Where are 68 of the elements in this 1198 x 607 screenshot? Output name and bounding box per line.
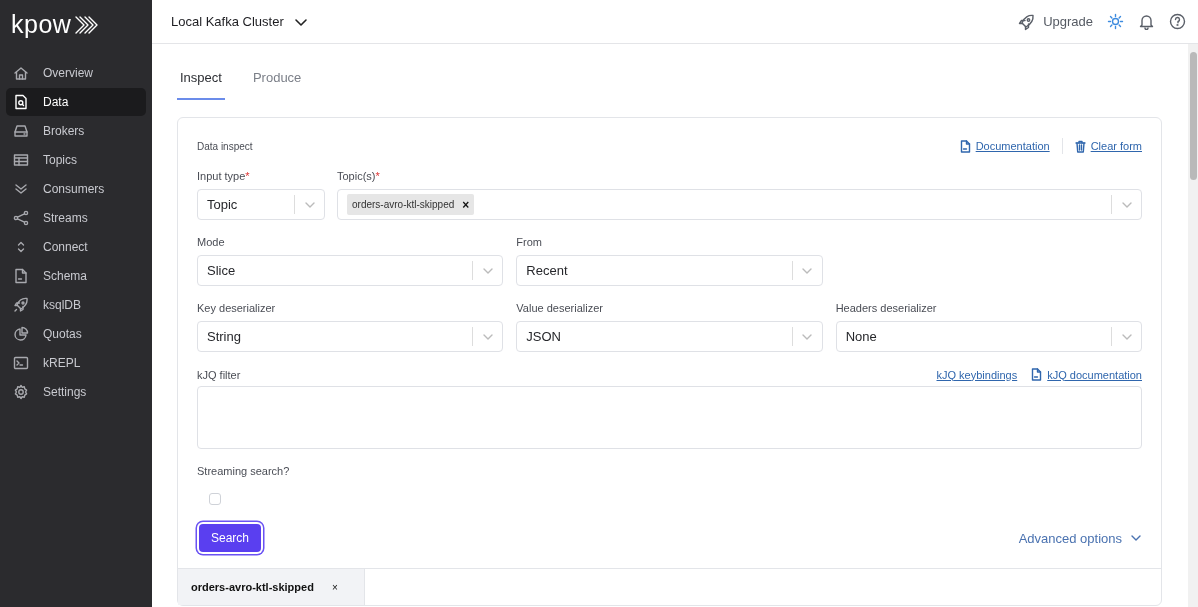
section-title: Data inspect xyxy=(197,140,254,152)
sidebar-nav-item[interactable]: ksqlDB xyxy=(6,291,146,319)
table-icon xyxy=(13,152,29,168)
sidebar-nav-item[interactable]: Quotas xyxy=(6,320,146,348)
clear-form-link[interactable]: Clear form xyxy=(1074,139,1142,153)
sidebar-nav-item[interactable]: kREPL xyxy=(6,349,146,377)
field-label: From xyxy=(516,236,543,249)
advanced-options-toggle[interactable]: Advanced options xyxy=(1018,530,1142,546)
streaming-checkbox[interactable] xyxy=(209,493,221,505)
keybindings-link[interactable]: kJQ keybindings xyxy=(936,368,1018,381)
sidebar-nav-item[interactable]: Streams xyxy=(6,204,146,232)
home-icon xyxy=(13,65,29,81)
tab-label: orders-avro-ktl-skipped xyxy=(191,581,314,593)
help-button[interactable] xyxy=(1169,13,1186,30)
topic-multiselect[interactable]: orders-avro-ktl-skipped × xyxy=(337,189,1142,220)
close-tab-button[interactable]: × xyxy=(331,581,338,593)
share-icon xyxy=(13,210,29,226)
sidebar-nav-item[interactable]: Schema xyxy=(6,262,146,290)
documentation-link[interactable]: Documentation xyxy=(959,139,1050,153)
sidebar-nav-item[interactable]: Consumers xyxy=(6,175,146,203)
rocket-icon xyxy=(1017,12,1036,31)
filter-input-field[interactable] xyxy=(197,386,1142,449)
document-icon xyxy=(13,268,29,284)
field-label: Input type* xyxy=(197,170,251,183)
select-dropdown[interactable]: Slice xyxy=(197,255,504,286)
document-icon xyxy=(1031,368,1043,381)
drive-icon xyxy=(13,123,29,139)
kjq-documentation-link[interactable]: kJQ documentation xyxy=(1031,368,1142,381)
sidebar-nav-item[interactable]: Topics xyxy=(6,146,146,174)
field-label: Key deserializer xyxy=(197,302,277,315)
sidebar-nav-item[interactable]: Settings xyxy=(6,378,146,406)
cluster-selector[interactable]: Local Kafka Cluster xyxy=(171,14,308,29)
field-label: Topic(s)* xyxy=(337,170,381,183)
trash-icon xyxy=(1074,139,1086,153)
theme-toggle-button[interactable] xyxy=(1107,13,1124,30)
document-icon xyxy=(959,139,971,153)
scrollbar[interactable] xyxy=(1188,44,1198,607)
remove-chip-button[interactable]: × xyxy=(462,197,470,212)
result-tab[interactable]: orders-avro-ktl-skipped × xyxy=(178,569,365,605)
help-icon xyxy=(1169,13,1186,30)
bell-icon xyxy=(1138,13,1155,30)
select-dropdown[interactable]: JSON xyxy=(516,321,823,352)
sidebar-nav-item[interactable]: Data xyxy=(6,88,146,116)
tab[interactable]: Inspect xyxy=(177,70,225,100)
sidebar-nav-item[interactable]: Overview xyxy=(6,59,146,87)
field-label: Value deserializer xyxy=(516,302,604,315)
field-label: Headers deserializer xyxy=(835,302,938,315)
chip-label: orders-avro-ktl-skipped xyxy=(352,199,455,210)
terminal-icon xyxy=(13,355,29,371)
notifications-button[interactable] xyxy=(1138,13,1155,30)
sun-icon xyxy=(1107,13,1124,30)
gear-icon xyxy=(13,384,29,400)
document-search-icon xyxy=(13,94,29,110)
select-dropdown[interactable]: Recent xyxy=(516,255,823,286)
field-label: Streaming search? xyxy=(197,465,291,477)
logo-wordmark: kpow xyxy=(11,12,72,37)
tab[interactable]: Produce xyxy=(249,70,305,100)
select-dropdown[interactable]: String xyxy=(197,321,504,352)
select-dropdown[interactable]: None xyxy=(835,321,1142,352)
field-label: Mode xyxy=(197,236,226,249)
sidebar-nav-item[interactable]: Connect xyxy=(6,233,146,261)
select-dropdown[interactable]: Topic xyxy=(197,189,325,220)
pie-chart-icon xyxy=(13,326,29,342)
upgrade-button[interactable]: Upgrade xyxy=(1017,12,1093,31)
rocket-icon xyxy=(13,297,29,313)
search-button[interactable]: Search xyxy=(199,524,262,552)
field-label: kJQ filter xyxy=(197,368,242,381)
sidebar-nav-item[interactable]: Brokers xyxy=(6,117,146,145)
